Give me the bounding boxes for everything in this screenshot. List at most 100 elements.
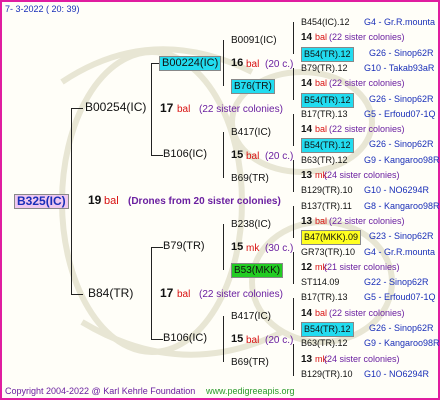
g4-note: (22 sister colonies): [329, 307, 405, 318]
g1-unit: bal: [177, 289, 191, 300]
root-unit: bal: [104, 195, 119, 207]
connector: [151, 339, 163, 340]
g4-num: 13: [301, 353, 313, 365]
g4-unit: bal: [315, 215, 328, 226]
g4-unit: bal: [315, 307, 328, 318]
g4-num: 14: [301, 32, 313, 44]
g4-node-id[interactable]: B63(TR).12: [301, 337, 348, 350]
g4-node-id[interactable]: B17(TR).13: [301, 108, 348, 121]
connector: [293, 298, 294, 330]
g2-note: (30 c.): [265, 243, 294, 254]
g4-node-id[interactable]: ST114.09: [301, 276, 339, 289]
g4-num: 13: [301, 170, 313, 181]
g4-num: 14: [301, 124, 313, 136]
connector: [293, 114, 294, 146]
g4-node-id[interactable]: B17(TR).13: [301, 291, 348, 304]
g2-unit: mk: [246, 243, 260, 254]
g4-info: G26 - Sinop62R: [369, 93, 434, 104]
g4-info: G4 - Gr.R.mounta: [364, 246, 436, 257]
pedigree-frame: 7- 3-2022 ( 20: 39) Copyright 2004-2022 …: [0, 0, 440, 400]
g4-node-id[interactable]: B63(TR).12: [301, 154, 348, 167]
g4-note: (24 sister colonies): [324, 170, 400, 180]
g4-info: G26 - Sinop62R: [369, 323, 434, 333]
connector: [293, 252, 294, 284]
g2-note: (20 c.): [265, 151, 294, 162]
g4-node-id[interactable]: GR73(TR).10: [301, 246, 355, 259]
g4-info: G5 - Erfoud07-1Q: [364, 108, 436, 119]
g1-node-id[interactable]: B84(TR): [88, 287, 133, 300]
g4-info: G8 - Kangaroo98R: [364, 200, 440, 211]
g2-unit: bal: [246, 151, 260, 162]
g4-node-id[interactable]: B54(TR).12: [301, 322, 354, 337]
g1-note: (22 sister colonies): [199, 289, 283, 300]
connector: [223, 316, 224, 362]
g4-info: G10 - NO6294R: [364, 185, 430, 196]
g2-note: (20 c.): [265, 59, 294, 70]
g1-num: 17: [160, 286, 174, 300]
g4-info: G9 - Kangaroo98R: [364, 154, 440, 165]
g2-num: 15: [231, 333, 244, 345]
g4-info: G10 - Takab93aR: [364, 62, 435, 73]
g4-node-id[interactable]: B54(TR).12: [301, 92, 354, 108]
g4-info: G22 - Sinop62R: [364, 277, 429, 288]
g3-node-id[interactable]: B417(IC): [231, 126, 271, 139]
g3-node-id[interactable]: B238(IC): [231, 218, 271, 231]
g4-node-id[interactable]: B79(TR).12: [301, 62, 348, 75]
connector: [293, 206, 294, 238]
g1-node-id[interactable]: B00254(IC): [85, 101, 146, 114]
connector: [151, 247, 152, 339]
g4-node-id[interactable]: B129(TR).10: [301, 184, 353, 197]
g4-unit: bal: [315, 78, 328, 89]
g4-note: (24 sister colonies): [324, 353, 400, 364]
connector: [151, 63, 152, 155]
site-link[interactable]: www.pedigreeapis.org: [206, 385, 295, 398]
g2-node-id[interactable]: B79(TR): [163, 240, 205, 253]
g4-note: (22 sister colonies): [329, 124, 405, 135]
g4-node-id[interactable]: B54(TR).12: [301, 46, 354, 62]
g2-num: 16: [231, 57, 244, 69]
g2-num: 15: [231, 241, 244, 253]
g1-note: (22 sister colonies): [199, 104, 283, 115]
g3-node-id[interactable]: B53(MKK): [231, 263, 284, 278]
root-note: (Drones from 20 sister colonies): [128, 196, 281, 207]
g4-note: (21 sister colonies): [324, 261, 400, 272]
g2-node-id[interactable]: B106(IC): [163, 332, 207, 345]
connector: [223, 40, 224, 86]
g4-node-id[interactable]: B54(TR).12: [301, 138, 354, 154]
copyright: Copyright 2004-2022 @ Karl Kehrle Founda…: [5, 386, 196, 396]
g4-unit: bal: [315, 124, 328, 135]
g4-node-id[interactable]: B137(TR).11: [301, 200, 352, 213]
g4-note: (22 sister colonies): [329, 32, 405, 43]
g3-node-id[interactable]: B69(TR): [231, 356, 269, 369]
g3-node-id[interactable]: B417(IC): [231, 310, 271, 323]
g2-node-id[interactable]: B106(IC): [163, 148, 207, 161]
g3-node-id[interactable]: B76(TR): [231, 79, 275, 94]
root-node-id[interactable]: B325(IC): [14, 194, 69, 209]
g4-num: 14: [301, 307, 313, 319]
g4-node-id[interactable]: B129(TR).10: [301, 368, 353, 381]
g4-node-id[interactable]: B454(IC).12: [301, 16, 350, 29]
connector: [151, 155, 163, 156]
g3-node-id[interactable]: B0091(IC): [231, 34, 277, 47]
connector: [71, 108, 72, 294]
connector: [223, 132, 224, 178]
g4-note: (22 sister colonies): [329, 215, 405, 226]
g4-node-id[interactable]: B47(MKK).09: [301, 230, 362, 246]
connector: [293, 22, 294, 54]
g2-unit: bal: [246, 59, 260, 70]
g4-unit: bal: [315, 32, 328, 43]
connector: [293, 344, 294, 376]
g4-note: (22 sister colonies): [329, 78, 405, 89]
g4-info: G9 - Kangaroo98R: [364, 338, 440, 349]
connector: [151, 63, 159, 64]
g4-num: 12: [301, 261, 313, 273]
g4-info: G4 - Gr.R.mounta: [364, 17, 436, 27]
connector: [223, 224, 224, 270]
g1-num: 17: [160, 101, 174, 115]
g3-node-id[interactable]: B69(TR): [231, 172, 269, 185]
connector: [151, 247, 163, 248]
root-num: 19: [88, 193, 102, 207]
g4-info: G10 - NO6294R: [364, 368, 430, 379]
g4-info: G5 - Erfoud07-1Q: [364, 292, 436, 303]
g2-node-id[interactable]: B00224(IC): [159, 56, 222, 71]
